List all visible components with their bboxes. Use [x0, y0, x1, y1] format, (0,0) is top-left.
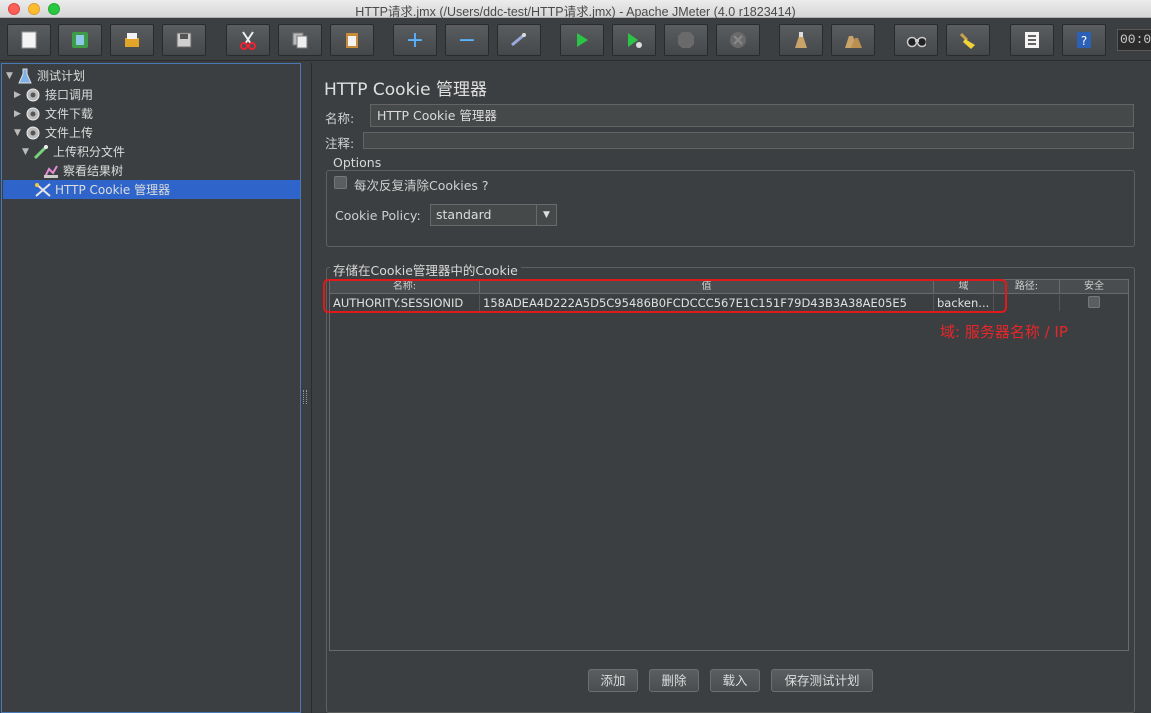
- new-icon: [19, 30, 39, 50]
- split-grip-icon[interactable]: [303, 390, 307, 404]
- tree-item-label: 测试计划: [37, 69, 86, 83]
- load-button[interactable]: 载入: [710, 669, 760, 692]
- sampler-icon: [32, 144, 50, 160]
- tree-item-cookie-manager[interactable]: HTTP Cookie 管理器: [3, 180, 300, 199]
- copy-icon: [290, 30, 310, 50]
- start-button[interactable]: [560, 24, 604, 56]
- clear-all-button[interactable]: [831, 24, 875, 56]
- new-button[interactable]: [7, 24, 51, 56]
- cookie-policy-select[interactable]: standard ▼: [430, 204, 557, 226]
- window-title: HTTP请求.jmx (/Users/ddc-test/HTTP请求.jmx) …: [355, 5, 796, 19]
- tree-item-sampler[interactable]: ▼ 上传积分文件: [22, 142, 125, 161]
- tree-item-label: 察看结果树: [63, 164, 124, 178]
- thread-group-icon: [24, 87, 42, 103]
- templates-button[interactable]: [58, 24, 102, 56]
- delete-button[interactable]: 删除: [649, 669, 699, 692]
- save-button[interactable]: [162, 24, 206, 56]
- cookie-policy-value: standard: [436, 207, 492, 222]
- paste-icon: [342, 30, 362, 50]
- shutdown-icon: [728, 30, 748, 50]
- stored-cookies-title: 存储在Cookie管理器中的Cookie: [330, 260, 521, 279]
- cookie-secure-cell[interactable]: [1060, 295, 1128, 311]
- test-plan-icon: [16, 68, 34, 84]
- shutdown-button[interactable]: [716, 24, 760, 56]
- tree-item-test-plan[interactable]: ▼ 测试计划: [6, 66, 85, 85]
- split-pane-divider[interactable]: [302, 63, 310, 713]
- column-header-secure[interactable]: 安全: [1060, 280, 1128, 294]
- chevron-down-icon: ▼: [536, 205, 556, 225]
- clear-icon: [791, 30, 811, 50]
- tree-item-listener[interactable]: 察看结果树: [42, 161, 123, 180]
- clear-each-iteration-checkbox[interactable]: [334, 176, 347, 189]
- paste-button[interactable]: [330, 24, 374, 56]
- clear-all-icon: [843, 30, 863, 50]
- comment-label: 注释:: [325, 136, 355, 151]
- templates-icon: [70, 30, 90, 50]
- tree-item-thread-group[interactable]: ▶ 接口调用: [14, 85, 93, 104]
- function-helper-button[interactable]: [1010, 24, 1054, 56]
- open-button[interactable]: [110, 24, 154, 56]
- tree-item-label: 文件上传: [45, 126, 94, 140]
- expand-arrow-icon[interactable]: ▶: [14, 109, 24, 119]
- secure-checkbox[interactable]: [1088, 296, 1100, 308]
- copy-button[interactable]: [278, 24, 322, 56]
- annotation-highlight-box: [323, 279, 1007, 313]
- thread-group-icon: [24, 106, 42, 122]
- toolbar: + − ? 00:00: [0, 19, 1151, 61]
- start-icon: [572, 30, 592, 50]
- cookie-policy-label: Cookie Policy:: [335, 208, 421, 223]
- page-title: HTTP Cookie 管理器: [324, 80, 488, 100]
- collapse-arrow-icon[interactable]: ▼: [22, 147, 32, 157]
- toggle-icon: [509, 30, 529, 50]
- title-bar: HTTP请求.jmx (/Users/ddc-test/HTTP请求.jmx) …: [0, 0, 1151, 19]
- reset-search-icon: [958, 30, 978, 50]
- collapse-all-button[interactable]: −: [445, 24, 489, 56]
- expand-all-button[interactable]: +: [393, 24, 437, 56]
- collapse-arrow-icon[interactable]: ▼: [6, 71, 16, 81]
- tree-item-label: 上传积分文件: [53, 145, 126, 159]
- tree-item-label: 接口调用: [45, 88, 94, 102]
- annotation-text: 域: 服务器名称 / IP: [940, 323, 1068, 341]
- config-element-icon: [34, 182, 52, 198]
- search-icon: [906, 30, 926, 50]
- tree-item-label: 文件下载: [45, 107, 94, 121]
- expand-arrow-icon[interactable]: ▶: [14, 90, 24, 100]
- help-icon: ?: [1074, 30, 1094, 50]
- options-title: Options: [330, 155, 385, 170]
- collapse-arrow-icon[interactable]: ▼: [14, 128, 24, 138]
- stop-icon: [676, 30, 696, 50]
- stop-button[interactable]: [664, 24, 708, 56]
- tree-item-thread-group[interactable]: ▼ 文件上传: [14, 123, 93, 142]
- name-field[interactable]: HTTP Cookie 管理器: [370, 104, 1134, 127]
- clear-button[interactable]: [779, 24, 823, 56]
- name-label: 名称:: [325, 111, 355, 126]
- start-no-pause-button[interactable]: [612, 24, 656, 56]
- cookie-manager-panel: HTTP Cookie 管理器 名称: HTTP Cookie 管理器 注释: …: [311, 63, 1151, 713]
- elapsed-time: 00:00: [1117, 29, 1151, 51]
- start-no-pause-icon: [624, 30, 644, 50]
- comment-field[interactable]: [363, 132, 1134, 149]
- listener-icon: [42, 163, 60, 179]
- help-button[interactable]: ?: [1062, 24, 1106, 56]
- open-icon: [122, 30, 142, 50]
- svg-text:?: ?: [1081, 34, 1087, 48]
- test-plan-tree[interactable]: ▼ 测试计划 ▶ 接口调用 ▶ 文件下载 ▼ 文件上传 ▼ 上传积分文件 察看结…: [1, 63, 301, 713]
- function-helper-icon: [1022, 30, 1042, 50]
- cut-icon: [238, 30, 258, 50]
- search-button[interactable]: [894, 24, 938, 56]
- clear-each-iteration-label: 每次反复清除Cookies ?: [354, 178, 489, 193]
- toggle-button[interactable]: [497, 24, 541, 56]
- thread-group-icon: [24, 125, 42, 141]
- save-icon: [174, 30, 194, 50]
- tree-item-thread-group[interactable]: ▶ 文件下载: [14, 104, 93, 123]
- save-test-plan-button[interactable]: 保存测试计划: [771, 669, 873, 692]
- reset-search-button[interactable]: [946, 24, 990, 56]
- tree-item-label: HTTP Cookie 管理器: [55, 183, 171, 197]
- cut-button[interactable]: [226, 24, 270, 56]
- add-button[interactable]: 添加: [588, 669, 638, 692]
